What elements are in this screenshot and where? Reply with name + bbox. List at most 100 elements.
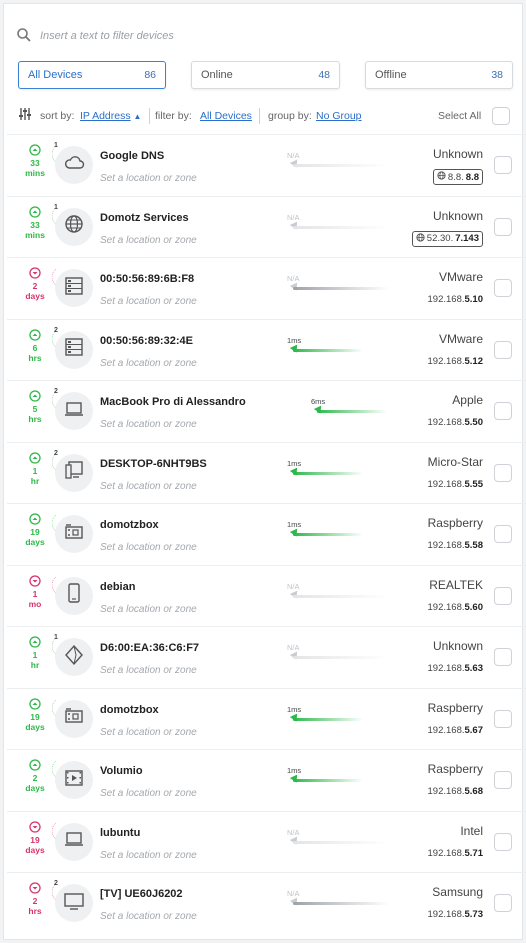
device-avatar[interactable] — [52, 760, 93, 799]
device-location[interactable]: Set a location or zone — [100, 358, 197, 369]
row-select-checkbox[interactable] — [494, 525, 512, 543]
sort-by-control[interactable]: IP Address ▲ — [80, 110, 141, 122]
device-row[interactable]: 2 days Volumio Set a location or zone 1m… — [7, 749, 526, 810]
device-vendor: Samsung — [432, 885, 483, 899]
group-by-control[interactable]: No Group — [316, 110, 362, 122]
device-location[interactable]: Set a location or zone — [100, 542, 197, 553]
device-location[interactable]: Set a location or zone — [100, 665, 197, 676]
device-avatar[interactable] — [52, 268, 93, 307]
device-name[interactable]: DESKTOP-6NHT9BS — [100, 458, 207, 470]
row-select-checkbox[interactable] — [494, 586, 512, 605]
device-avatar[interactable]: 2 — [52, 327, 93, 369]
device-name[interactable]: debian — [100, 581, 135, 593]
sort-by-value[interactable]: IP Address — [80, 110, 131, 122]
status-duration-value: 33 — [30, 219, 40, 230]
device-location[interactable]: Set a location or zone — [100, 788, 197, 799]
select-all-checkbox[interactable] — [492, 107, 510, 125]
row-select-checkbox[interactable] — [494, 156, 512, 174]
device-row[interactable]: 5 hrs 2 MacBook Pro di Alessandro Set a … — [7, 380, 526, 441]
device-location[interactable]: Set a location or zone — [100, 850, 197, 861]
device-avatar[interactable] — [52, 514, 93, 553]
status-duration-unit: hrs — [28, 352, 42, 363]
status-duration-unit: hrs — [28, 414, 42, 424]
device-location[interactable]: Set a location or zone — [100, 727, 197, 738]
device-location[interactable]: Set a location or zone — [100, 235, 197, 246]
device-location[interactable]: Set a location or zone — [100, 173, 197, 184]
latency-label: 1ms — [287, 458, 302, 468]
device-name[interactable]: Volumio — [100, 765, 143, 777]
device-name[interactable]: domotzbox — [100, 519, 159, 531]
tab-online[interactable]: Online 48 — [191, 61, 340, 89]
device-row[interactable]: 19 days domotzbox Set a location or zone… — [7, 687, 526, 749]
status-duration-unit: hrs — [28, 906, 42, 916]
status-up-icon — [19, 451, 51, 464]
row-select-checkbox[interactable] — [494, 709, 512, 728]
row-select-checkbox[interactable] — [494, 340, 512, 359]
device-vendor: Unknown — [432, 147, 483, 161]
device-name[interactable]: domotzbox — [100, 704, 159, 716]
status-up-icon — [19, 390, 51, 402]
device-location[interactable]: Set a location or zone — [100, 419, 197, 430]
device-row[interactable]: 1 hr 1 D6:00:EA:36:C6:F7 Set a location … — [7, 626, 526, 687]
device-avatar[interactable]: 1 — [52, 204, 93, 246]
device-name[interactable]: Domotz Services — [100, 212, 189, 224]
latency-bar — [293, 779, 363, 782]
device-name[interactable]: 00:50:56:89:32:4E — [100, 335, 193, 347]
device-row[interactable]: 1 mo debian Set a location or zone N/A R… — [7, 564, 526, 626]
device-avatar[interactable]: 1 — [52, 634, 93, 676]
tab-offline[interactable]: Offline 38 — [365, 61, 513, 89]
row-select-checkbox[interactable] — [494, 402, 512, 420]
search-input[interactable]: Insert a text to filter devices — [40, 30, 174, 42]
device-name[interactable]: MacBook Pro di Alessandro — [100, 396, 246, 408]
device-row[interactable]: 19 days domotzbox Set a location or zone… — [7, 503, 526, 564]
device-avatar[interactable]: 1 — [52, 142, 93, 184]
device-avatar[interactable] — [52, 699, 93, 738]
sliders-icon[interactable] — [18, 107, 32, 124]
search-bar[interactable]: Insert a text to filter devices — [16, 22, 512, 50]
select-all-label: Select All — [438, 110, 482, 122]
latency-bar — [293, 164, 389, 167]
device-avatar[interactable] — [52, 576, 93, 615]
device-name[interactable]: D6:00:EA:36:C6:F7 — [100, 642, 199, 654]
filter-by-value[interactable]: All Devices — [200, 110, 252, 122]
row-select-checkbox[interactable] — [494, 832, 512, 851]
device-row[interactable]: 6 hrs 2 00:50:56:89:32:4E Set a location… — [7, 318, 526, 380]
group-by-value[interactable]: No Group — [316, 110, 362, 122]
row-select-checkbox[interactable] — [494, 463, 512, 482]
latency-indicator: N/A — [285, 274, 389, 302]
device-name[interactable]: Google DNS — [100, 150, 164, 162]
row-select-checkbox[interactable] — [494, 894, 512, 912]
device-location[interactable]: Set a location or zone — [100, 604, 197, 615]
tab-all-devices[interactable]: All Devices 86 — [18, 61, 166, 89]
status-duration-unit: days — [25, 537, 45, 547]
device-vendor: VMware — [438, 270, 483, 284]
device-row[interactable]: 2 days 00:50:56:89:6B:F8 Set a location … — [7, 257, 526, 318]
group-by-label: group by: — [268, 110, 312, 122]
device-row[interactable]: 1 hr 2 DESKTOP-6NHT9BS Set a location or… — [7, 441, 526, 503]
device-avatar[interactable]: 2 — [52, 450, 93, 492]
latency-label: N/A — [287, 274, 300, 283]
device-row[interactable]: 33 mins 1 Google DNS Set a location or z… — [7, 134, 526, 195]
row-select-checkbox[interactable] — [494, 217, 512, 236]
device-location[interactable]: Set a location or zone — [100, 911, 197, 922]
row-select-checkbox[interactable] — [494, 771, 512, 789]
importance-badge: 1 — [54, 142, 58, 149]
device-name[interactable]: [TV] UE60J6202 — [100, 888, 183, 900]
filter-by-control[interactable]: All Devices — [200, 110, 252, 122]
device-row[interactable]: 33 mins 1 Domotz Services Set a location… — [7, 195, 526, 257]
device-name[interactable]: 00:50:56:89:6B:F8 — [100, 273, 194, 285]
device-name[interactable]: lubuntu — [100, 827, 140, 839]
device-avatar[interactable]: 2 — [52, 880, 93, 922]
device-location[interactable]: Set a location or zone — [100, 296, 197, 307]
ip-prefix: 8.8. — [447, 171, 464, 183]
row-select-checkbox[interactable] — [494, 648, 512, 666]
row-select-checkbox[interactable] — [494, 279, 512, 297]
device-location[interactable]: Set a location or zone — [100, 481, 197, 492]
device-avatar[interactable]: 2 — [52, 388, 93, 430]
device-avatar[interactable] — [52, 822, 93, 861]
device-row[interactable]: 2 hrs 2 [TV] UE60J6202 Set a location or… — [7, 872, 526, 933]
importance-badge: 2 — [54, 449, 58, 457]
device-row[interactable]: 19 days lubuntu Set a location or zone N… — [7, 810, 526, 872]
latency-bar — [293, 287, 389, 290]
status-duration-value: 2 — [32, 773, 38, 783]
